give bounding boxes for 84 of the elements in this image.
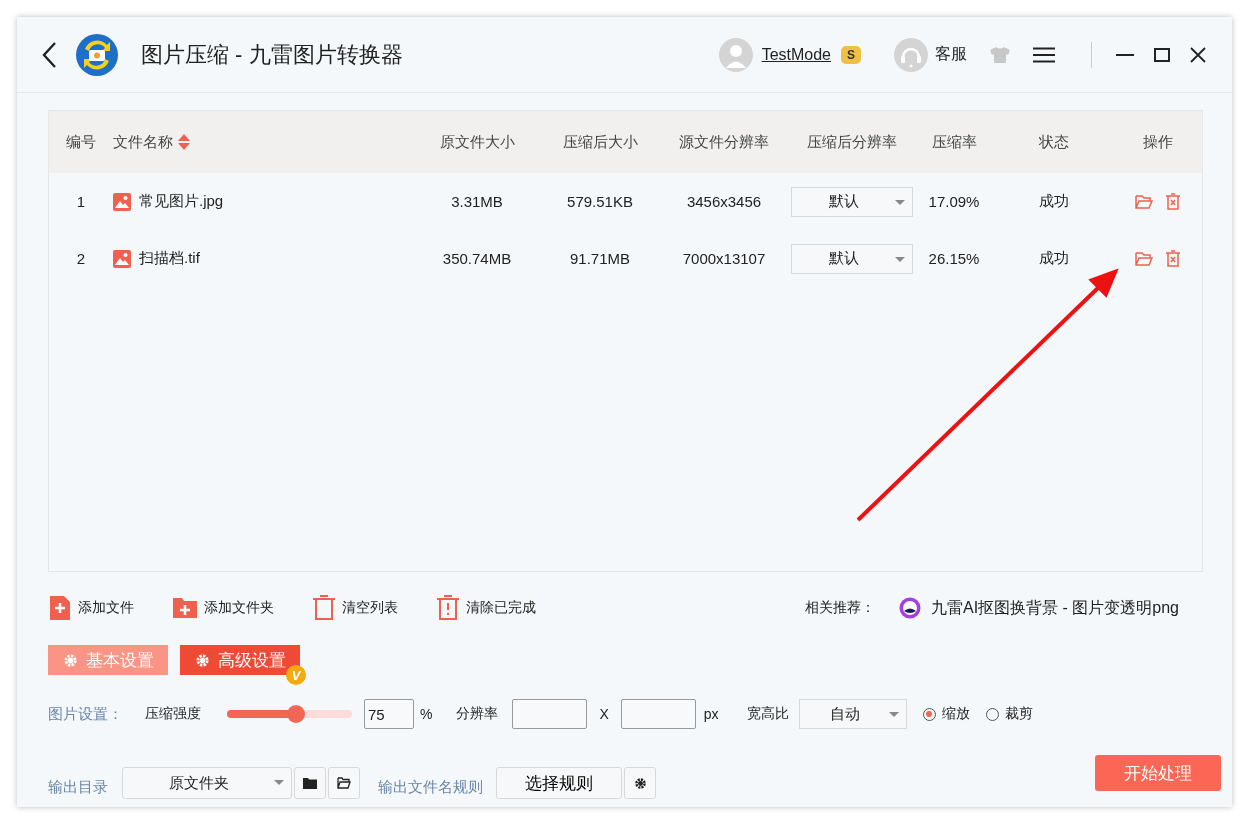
- strength-input[interactable]: 75: [364, 699, 414, 729]
- folder-icon[interactable]: [1134, 250, 1153, 267]
- table-cell: 7000x13107: [682, 250, 766, 267]
- folder-icon[interactable]: [1134, 193, 1153, 210]
- gear-icon: [633, 776, 647, 790]
- column-header: 原文件大小: [439, 132, 515, 152]
- caret-icon: [274, 780, 284, 785]
- table-cell: 扫描档.tif: [139, 249, 200, 268]
- mode-radio[interactable]: 裁剪: [985, 705, 1033, 723]
- back-chevron-icon[interactable]: [41, 40, 57, 69]
- app-logo-icon: [75, 32, 119, 77]
- image-file-icon: [113, 192, 131, 211]
- column-header: 文件名称: [113, 132, 173, 152]
- trash-icon: [436, 595, 460, 621]
- recommendation-label: 相关推荐：: [804, 599, 875, 617]
- table-cell: 350.74MB: [442, 250, 512, 267]
- open-folder-icon: [337, 777, 351, 789]
- menu-icon[interactable]: [1033, 46, 1055, 63]
- close-icon[interactable]: [1190, 46, 1206, 63]
- column-header: 操作: [1142, 132, 1173, 152]
- app-logo-icon: [898, 597, 921, 619]
- column-header: 源文件分辨率: [679, 132, 769, 152]
- delete-icon[interactable]: [1164, 249, 1181, 268]
- column-header: 压缩后分辨率: [807, 132, 897, 152]
- folder-button[interactable]: [294, 767, 326, 799]
- add-folder-icon: [172, 597, 198, 619]
- aspect-ratio-dropdown[interactable]: 自动: [798, 699, 907, 729]
- mode-radio[interactable]: 缩放: [922, 705, 970, 723]
- delete-icon[interactable]: [1164, 192, 1181, 211]
- resolution-dropdown[interactable]: 默认: [791, 186, 913, 217]
- window-title: 图片压缩 - 九雷图片转换器: [141, 40, 403, 69]
- sort-icon[interactable]: [177, 133, 191, 151]
- field-label: 压缩强度: [145, 705, 201, 723]
- table-cell: 2: [76, 250, 86, 267]
- open-folder-button[interactable]: [328, 767, 360, 799]
- table-cell: 1: [76, 193, 86, 210]
- tshirt-icon[interactable]: [989, 45, 1011, 64]
- column-header: 编号: [66, 132, 96, 152]
- caret-icon: [895, 199, 905, 205]
- vip-badge: V: [286, 665, 306, 685]
- table-cell: 91.71MB: [569, 250, 630, 267]
- table-cell: 3.31MB: [451, 193, 503, 210]
- times-label: X: [599, 706, 609, 722]
- toolbar-button[interactable]: 添加文件: [48, 595, 134, 621]
- caret-icon: [895, 256, 905, 262]
- field-label: 宽高比: [746, 705, 789, 723]
- maximize-icon[interactable]: [1154, 47, 1170, 62]
- choose-rule-button[interactable]: 选择规则: [496, 767, 622, 799]
- column-header: 压缩率: [931, 132, 977, 152]
- column-header: 状态: [1039, 132, 1069, 152]
- caret-icon: [888, 712, 899, 717]
- width-input[interactable]: [512, 699, 588, 729]
- gear-icon: [194, 652, 210, 668]
- vip-level-badge: S: [841, 45, 861, 64]
- image-file-icon: [113, 249, 131, 268]
- support-label[interactable]: 客服: [935, 44, 967, 65]
- output-folder-dropdown[interactable]: 原文件夹: [122, 767, 292, 799]
- status-cell: 成功: [1039, 249, 1069, 268]
- toolbar-button[interactable]: 清除已完成: [436, 595, 536, 621]
- toolbar-button[interactable]: 添加文件夹: [172, 597, 274, 619]
- height-input[interactable]: [620, 699, 696, 729]
- toolbar-button[interactable]: 清空列表: [312, 595, 398, 621]
- field-label: 分辨率: [456, 705, 499, 723]
- trash-icon: [312, 595, 336, 621]
- table-cell: 17.09%: [928, 193, 980, 210]
- column-header: 压缩后大小: [562, 132, 638, 152]
- field-label: 输出文件名规则: [378, 777, 483, 797]
- field-label: 输出目录: [48, 777, 108, 797]
- status-cell: 成功: [1039, 192, 1069, 211]
- table-cell: 26.15%: [928, 250, 980, 267]
- table-cell: 3456x3456: [686, 193, 762, 210]
- username-link[interactable]: TestMode: [761, 45, 831, 64]
- unit-label: %: [420, 706, 433, 722]
- slider-thumb[interactable]: [286, 705, 305, 723]
- folder-icon: [303, 777, 317, 789]
- gear-icon: [62, 652, 78, 668]
- settings-button[interactable]: [624, 767, 656, 799]
- section-label: 图片设置：: [48, 704, 123, 724]
- table-cell: 常见图片.jpg: [139, 192, 224, 211]
- table-cell: 579.51KB: [567, 193, 633, 210]
- recommendation-link[interactable]: 九雷AI抠图换背景 - 图片变透明png: [930, 597, 1179, 619]
- resolution-dropdown[interactable]: 默认: [791, 243, 913, 274]
- unit-label: px: [703, 706, 719, 722]
- add-file-icon: [48, 595, 72, 621]
